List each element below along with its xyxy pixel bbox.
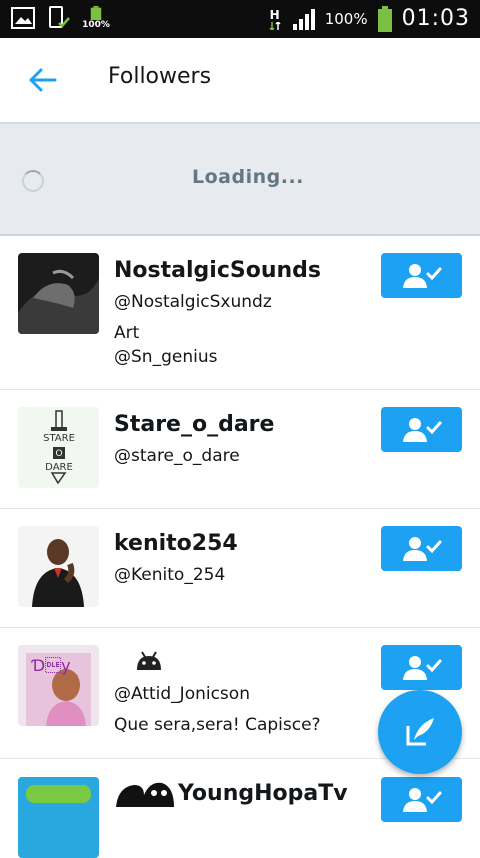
avatar-text: STARE [43,433,75,444]
follower-name[interactable]: YoungHopaTv [178,781,348,806]
device-check-icon [46,6,72,30]
avatar[interactable] [18,253,99,334]
follower-bio-line: Art [114,323,140,343]
follower-bio-line: @Sn_genius [114,347,218,367]
compose-icon [406,718,434,746]
avatar-text: Ɗy [31,656,71,675]
back-button[interactable] [22,60,62,100]
list-item[interactable]: NostalgicSounds @NostalgicSxundz Art @Sn… [0,236,480,390]
user-check-icon [402,263,441,288]
avatar[interactable] [18,777,99,858]
follower-handle: @stare_o_dare [114,446,240,466]
loading-text: Loading... [192,166,304,188]
network-type-label: H [269,7,280,22]
follower-bio-line: Que sera,sera! Capisce? [114,715,321,735]
android-icon [134,650,164,676]
follower-name[interactable]: kenito254 [114,531,238,556]
page-title: Followers [108,64,212,89]
avatar-text: DARE [45,462,73,473]
following-button[interactable] [381,253,462,298]
avatar-text: O [55,449,62,459]
compose-tweet-button[interactable] [378,690,462,774]
network-type-icon: H [267,7,283,31]
avatar[interactable]: STARE O DARE [18,407,99,488]
user-check-icon [402,536,441,561]
avatar[interactable] [18,526,99,607]
gallery-icon [10,6,36,30]
clock: 01:03 [401,6,470,31]
following-button[interactable] [381,407,462,452]
status-bar: 100% H 100% 01:03 [0,0,480,38]
octopus-icon [114,777,176,811]
user-check-icon [402,417,441,442]
following-button[interactable] [381,645,462,690]
loading-spinner [22,170,44,192]
list-item[interactable]: kenito254 @Kenito_254 [0,509,480,628]
battery-charging-small-icon: 100% [82,6,110,30]
avatar[interactable]: Ɗy [18,645,99,726]
following-button[interactable] [381,526,462,571]
battery-percent: 100% [324,9,368,28]
signal-icon [291,7,317,31]
follower-name[interactable]: NostalgicSounds [114,258,321,283]
follower-name[interactable]: Stare_o_dare [114,412,274,437]
loading-banner: Loading... [0,124,480,236]
app-bar: Followers [0,38,480,124]
battery-icon [376,5,394,32]
follower-handle: @Attid_Jonicson [114,684,250,704]
battery-small-label: 100% [82,20,110,30]
list-item[interactable]: STARE O DARE Stare_o_dare @stare_o_dare [0,390,480,509]
follower-handle: @Kenito_254 [114,565,226,585]
user-check-icon [402,655,441,680]
follower-handle: @NostalgicSxundz [114,292,272,312]
arrow-left-icon [29,68,57,92]
